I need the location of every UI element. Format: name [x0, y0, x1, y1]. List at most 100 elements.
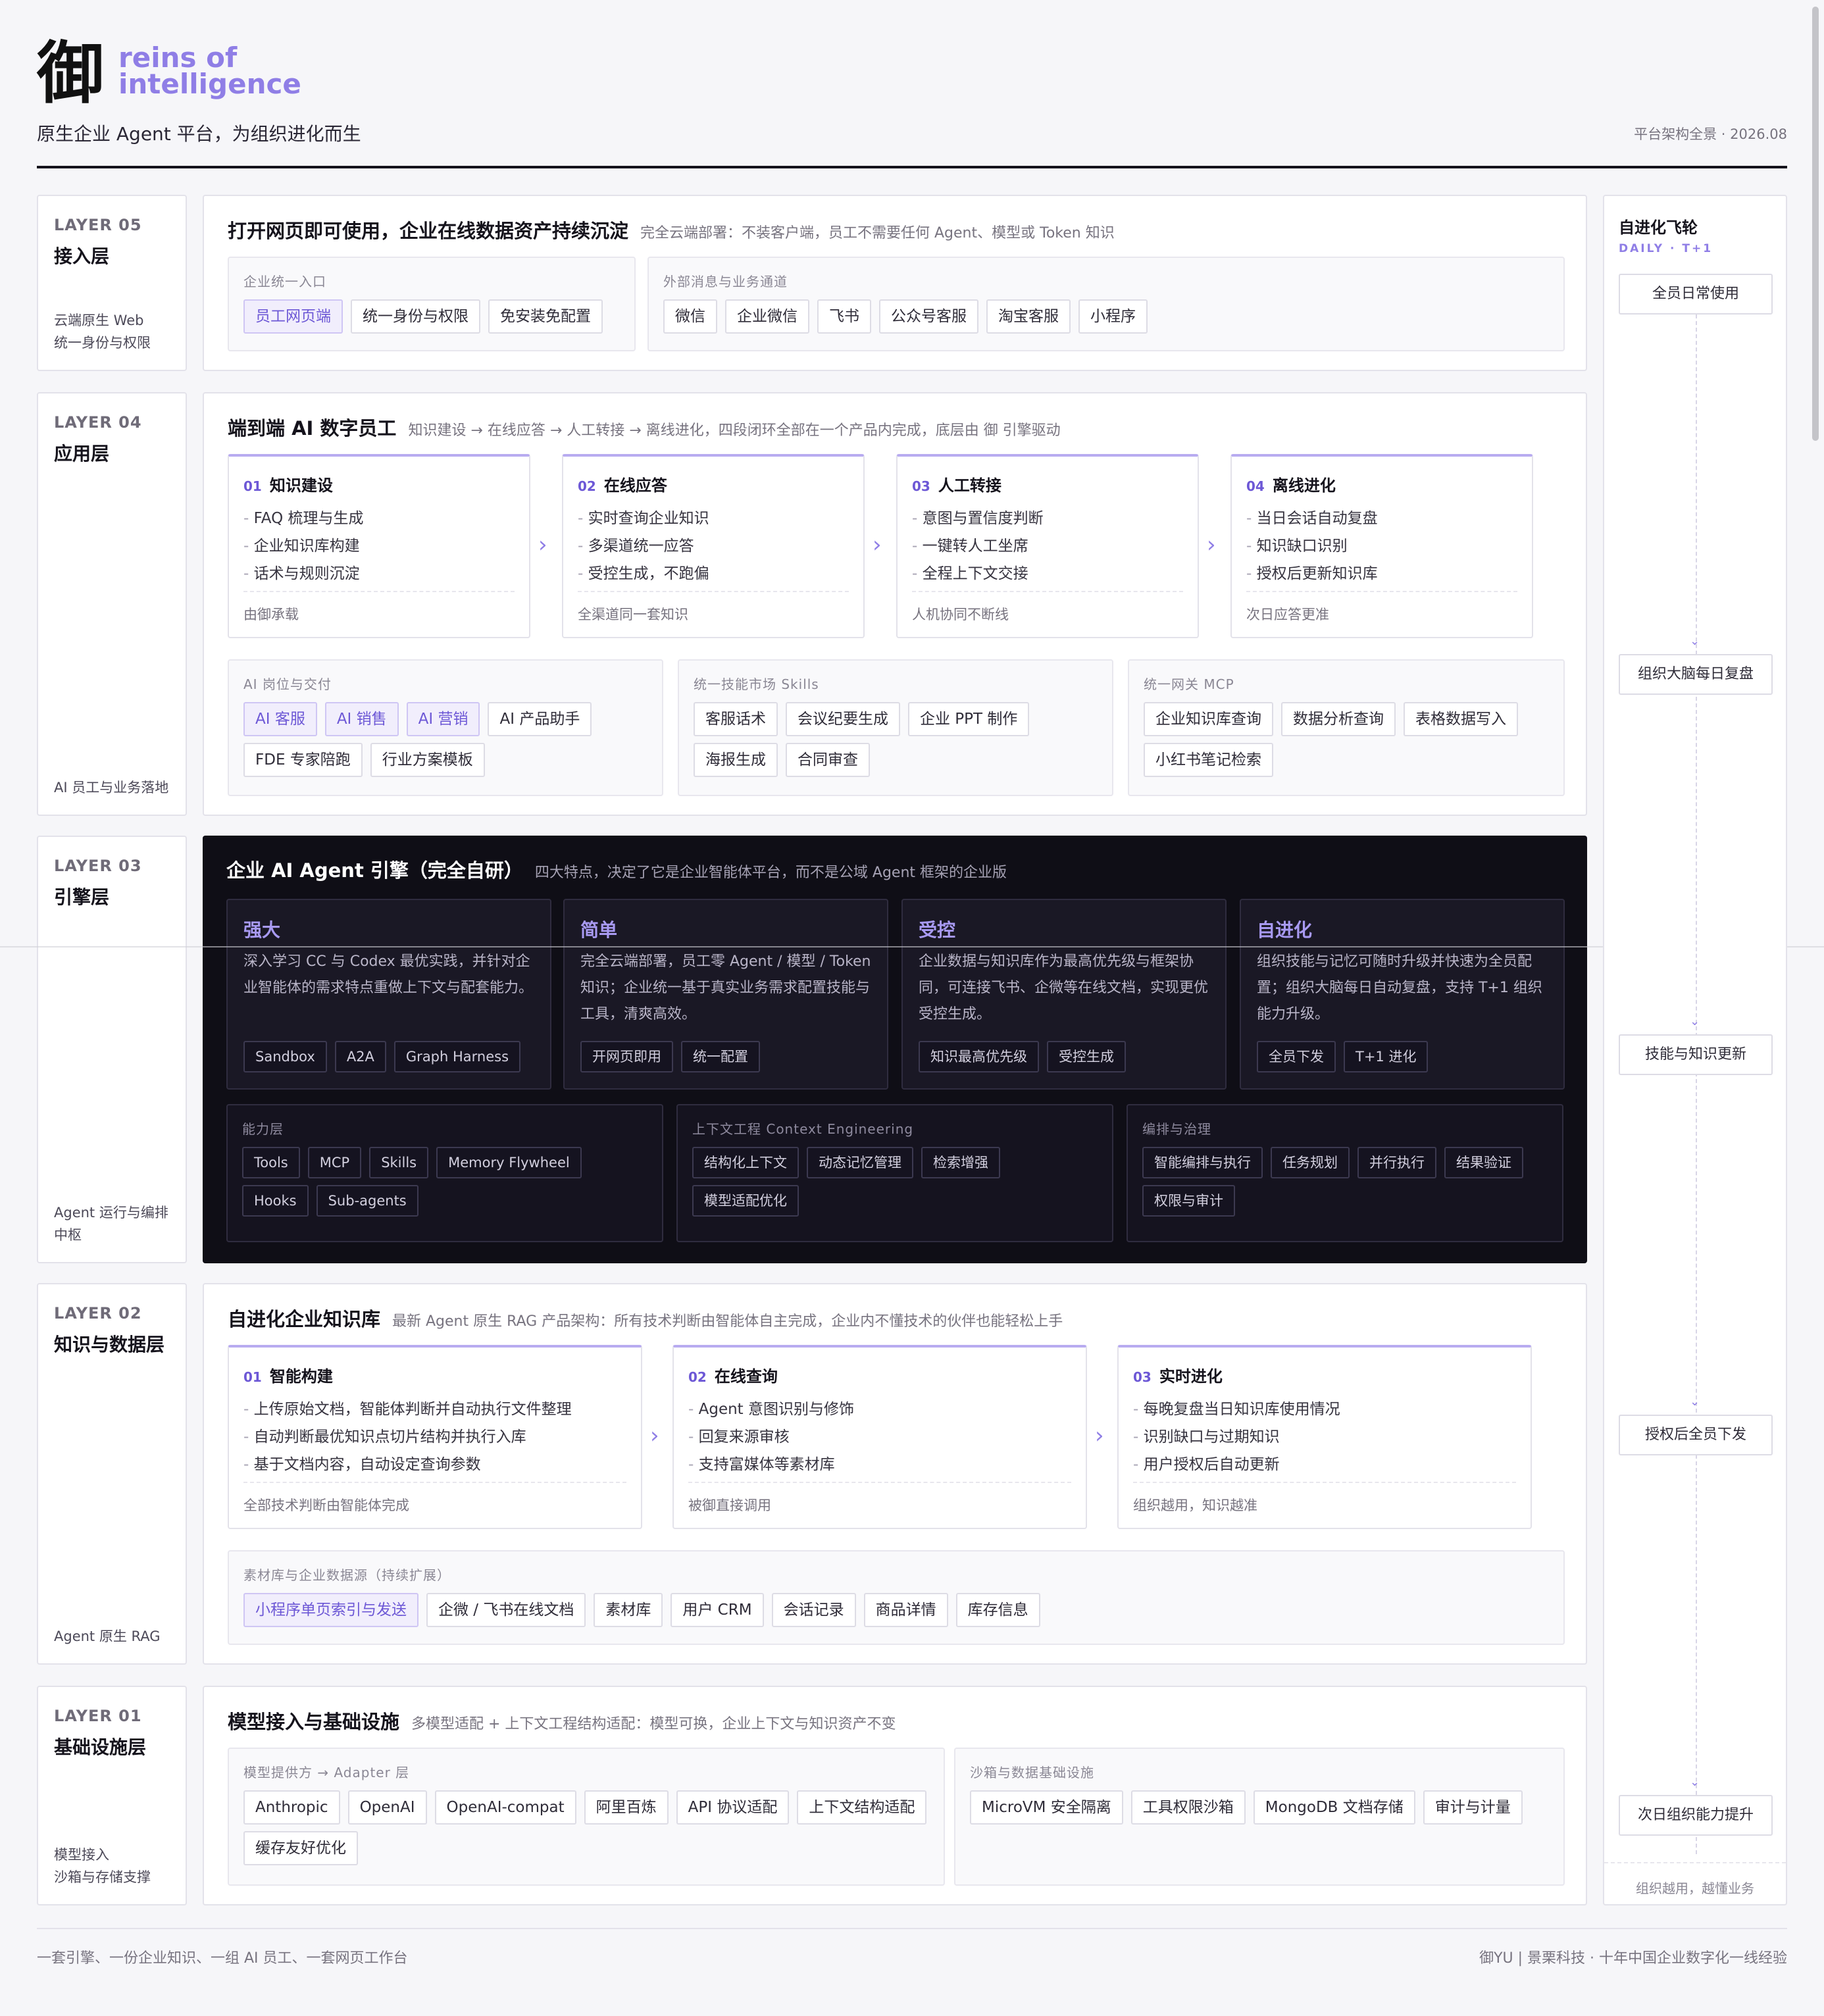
chip-list: 微信 企业微信 飞书 公众号客服 淘宝客服 小程序 [663, 299, 1549, 334]
chip[interactable]: FDE 专家陪跑 [243, 743, 363, 777]
chip[interactable]: 会议纪要生成 [786, 702, 900, 736]
stage-title: 01 知识建设 [243, 472, 515, 495]
chip[interactable]: T+1 进化 [1344, 1041, 1429, 1072]
row-title: 端到端 AI 数字员工 知识建设 → 在线应答 → 人工转接 → 离线进化，四段闭… [228, 413, 1061, 441]
chevron-right-icon: › [1095, 1423, 1104, 1449]
chip[interactable]: 小程序单页索引与发送 [243, 1593, 418, 1627]
stage-item: 支持富媒体等素材库 [688, 1451, 1071, 1478]
chip[interactable]: OpenAI-compat [434, 1790, 576, 1825]
stage-num: 02 [578, 478, 596, 494]
stage-items: 当日会话自动复盘知识缺口识别授权后更新知识库 [1246, 505, 1517, 588]
stage-title-text: 知识建设 [269, 476, 333, 495]
feature-title: 受控 [919, 919, 956, 941]
chip[interactable]: 统一身份与权限 [351, 299, 480, 334]
layer-name: 应用层 [54, 443, 110, 465]
chip[interactable]: AI 产品助手 [488, 702, 592, 736]
chip[interactable]: 智能编排与执行 [1142, 1147, 1263, 1178]
chip[interactable]: 阿里百炼 [584, 1790, 669, 1825]
chip[interactable]: 检索增强 [921, 1147, 1000, 1178]
chip[interactable]: 开网页即用 [580, 1041, 673, 1072]
chip[interactable]: 动态记忆管理 [807, 1147, 913, 1178]
chip-list: 客服话术 会议纪要生成 企业 PPT 制作海报生成 合同审查 [694, 702, 1098, 777]
layer-03-panel: 企业 AI Agent 引擎（完全自研） 四大特点，决定了它是企业智能体平台，而不… [203, 836, 1587, 1263]
chip[interactable]: Memory Flywheel [436, 1147, 582, 1178]
chip[interactable]: 素材库 [594, 1593, 663, 1627]
chip[interactable]: Anthropic [243, 1790, 340, 1825]
chip[interactable]: 海报生成 [694, 743, 778, 777]
chip[interactable]: 小程序 [1078, 299, 1148, 334]
layer-desc: 模型接入 沙箱与存储支撑 [54, 1847, 151, 1885]
chip[interactable]: 企业 PPT 制作 [908, 702, 1030, 736]
stage-item: 知识缺口识别 [1246, 532, 1517, 560]
chip[interactable]: 知识最高优先级 [919, 1041, 1039, 1072]
chip[interactable]: 权限与审计 [1142, 1185, 1235, 1217]
chip[interactable]: 飞书 [817, 299, 871, 334]
flywheel-step: 技能与知识更新 [1619, 1034, 1773, 1075]
chip-list: 结构化上下文 动态记忆管理 检索增强模型适配优化 [692, 1147, 1098, 1217]
chip[interactable]: 数据分析查询 [1281, 702, 1396, 736]
stage-card: 02 在线查询 Agent 意图识别与修饰回复来源审核支持富媒体等素材库被御直接调用 [672, 1345, 1087, 1529]
chip[interactable]: OpenAI [347, 1790, 427, 1825]
chip[interactable]: 企业微信 [725, 299, 809, 334]
chip[interactable]: Hooks [242, 1185, 309, 1217]
chip[interactable]: MCP [307, 1147, 362, 1178]
chip[interactable]: Skills [369, 1147, 429, 1178]
chip[interactable]: 统一配置 [681, 1041, 760, 1072]
scrollbar[interactable] [1812, 7, 1819, 441]
chip[interactable]: 工具权限沙箱 [1130, 1790, 1246, 1825]
chip[interactable]: MongoDB 文档存储 [1253, 1790, 1415, 1825]
logo-text: reins of intelligence [118, 41, 301, 100]
chip[interactable]: 审计与计量 [1423, 1790, 1523, 1825]
chip[interactable]: AI 销售 [324, 702, 399, 736]
layer-04-panel: 端到端 AI 数字员工 知识建设 → 在线应答 → 人工转接 → 离线进化，四段闭… [203, 392, 1587, 816]
chip[interactable]: 任务规划 [1271, 1147, 1350, 1178]
date-note: 平台架构全景 · 2026.08 [1634, 126, 1787, 142]
chip[interactable]: 缓存友好优化 [243, 1831, 358, 1865]
chip[interactable]: API 协议适配 [676, 1790, 790, 1825]
chip[interactable]: 免安装免配置 [488, 299, 603, 334]
flywheel-panel: 自进化飞轮 DAILY · T+1 全员日常使用 组织大脑每日复盘 ⌄ 技能与知识更新… [1603, 195, 1787, 1905]
stage-item: 自动判断最优知识点切片结构并执行入库 [243, 1423, 626, 1451]
chip[interactable]: A2A [334, 1041, 386, 1072]
chip[interactable]: 商品详情 [863, 1593, 948, 1627]
chip[interactable]: 微信 [663, 299, 717, 334]
chip[interactable]: AI 营销 [406, 702, 480, 736]
chevron-down-icon: ⌄ [1690, 1395, 1700, 1409]
chip[interactable]: 合同审查 [786, 743, 870, 777]
chip[interactable]: 员工网页端 [243, 299, 343, 334]
stage-item: 基于文档内容，自动设定查询参数 [243, 1451, 626, 1478]
chip[interactable]: 会话记录 [771, 1593, 856, 1627]
chip[interactable]: 表格数据写入 [1404, 702, 1518, 736]
chip[interactable]: 结构化上下文 [692, 1147, 799, 1178]
row-title-text: 端到端 AI 数字员工 [228, 417, 397, 440]
chip[interactable]: 行业方案模板 [370, 743, 485, 777]
chip[interactable]: AI 客服 [243, 702, 317, 736]
chip[interactable]: 模型适配优化 [692, 1185, 799, 1217]
chip[interactable]: Sandbox [243, 1041, 327, 1072]
stage-foot: 被御直接调用 [688, 1482, 1071, 1515]
chip[interactable]: MicroVM 安全隔离 [970, 1790, 1123, 1825]
chip[interactable]: 全员下发 [1257, 1041, 1336, 1072]
chip[interactable]: 公众号客服 [879, 299, 978, 334]
chip[interactable]: Sub-agents [316, 1185, 418, 1217]
chip[interactable]: 企业知识库查询 [1144, 702, 1273, 736]
roles-group: AI 岗位与交付 AI 客服 AI 销售 AI 营销 AI 产品助手 FDE 专家陪跑行… [228, 659, 663, 796]
chip[interactable]: 企微 / 飞书在线文档 [426, 1593, 586, 1627]
layer-num: LAYER 04 [54, 413, 142, 432]
chip[interactable]: 淘宝客服 [986, 299, 1071, 334]
chip[interactable]: 结果验证 [1444, 1147, 1523, 1178]
stage-items: Agent 意图识别与修饰回复来源审核支持富媒体等素材库 [688, 1396, 1071, 1478]
chip[interactable]: Tools [242, 1147, 300, 1178]
chip[interactable]: Graph Harness [393, 1041, 521, 1072]
chip[interactable]: 客服话术 [694, 702, 778, 736]
stage-title-text: 离线进化 [1272, 476, 1336, 495]
stage-foot: 人机协同不断线 [912, 591, 1183, 624]
chip[interactable]: 用户 CRM [671, 1593, 764, 1627]
stage-title-text: 在线应答 [603, 476, 667, 495]
stage-title-text: 人工转接 [938, 476, 1001, 495]
chip[interactable]: 受控生成 [1047, 1041, 1126, 1072]
chip[interactable]: 小红书笔记检索 [1144, 743, 1273, 777]
chip[interactable]: 并行执行 [1357, 1147, 1436, 1178]
chip[interactable]: 上下文结构适配 [797, 1790, 927, 1825]
chip[interactable]: 库存信息 [955, 1593, 1040, 1627]
